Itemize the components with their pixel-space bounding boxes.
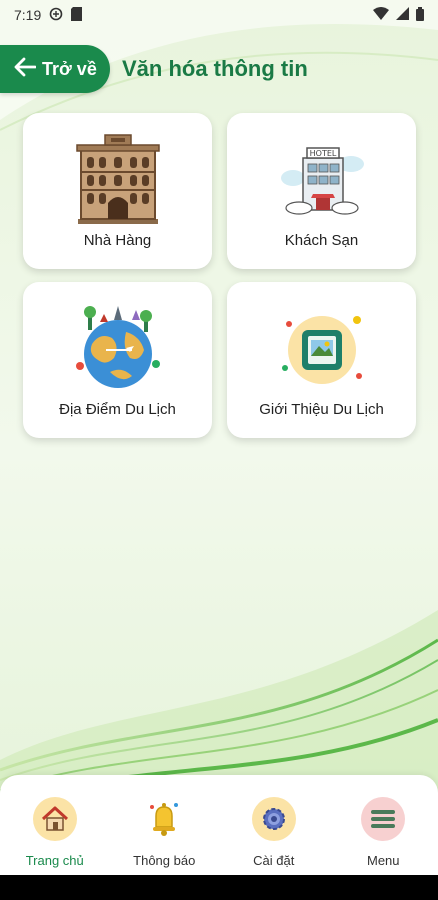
photo-frame-icon <box>274 303 370 393</box>
menu-icon <box>361 797 406 841</box>
system-gesture-bar <box>0 875 438 900</box>
wifi-icon <box>373 7 389 23</box>
restaurant-building-icon <box>70 134 166 224</box>
card-label: Địa Điểm Du Lịch <box>59 401 176 418</box>
app-header: Trở về Văn hóa thông tin <box>0 45 438 93</box>
category-grid: Nhà Hàng HOTEL Khách Sạn Địa Điểm Du Lịc… <box>23 113 416 438</box>
status-bar: 7:19 <box>0 0 438 30</box>
nav-label-menu: Menu <box>366 853 400 868</box>
signal-icon <box>396 7 409 23</box>
nav-item-notifications[interactable]: Thông báo <box>114 797 214 875</box>
nav-label-settings: Cài đặt <box>253 853 295 868</box>
bottom-nav: Trang chủ Thông báo Cài đặt Menu <box>0 775 438 875</box>
card-tourism-introduction[interactable]: Giới Thiệu Du Lịch <box>227 282 416 438</box>
card-tourist-destinations[interactable]: Địa Điểm Du Lịch <box>23 282 212 438</box>
nav-label-notifications: Thông báo <box>133 853 196 868</box>
bell-icon <box>142 797 186 841</box>
card-label: Khách Sạn <box>284 232 359 249</box>
back-button[interactable]: Trở về <box>0 45 110 93</box>
nav-item-menu[interactable]: Menu <box>333 797 433 875</box>
globe-landmarks-icon <box>70 303 166 393</box>
page-title: Văn hóa thông tin <box>122 56 308 81</box>
gear-icon <box>251 797 296 841</box>
card-hotel[interactable]: HOTEL Khách Sạn <box>227 113 416 269</box>
back-label: Trở về <box>42 58 97 79</box>
arrow-left-icon <box>14 57 37 82</box>
card-label: Nhà Hàng <box>83 232 152 249</box>
hotel-icon: HOTEL <box>274 134 370 224</box>
nav-item-settings[interactable]: Cài đặt <box>224 797 324 875</box>
sync-icon <box>49 7 63 24</box>
home-icon <box>32 797 77 841</box>
card-label: Giới Thiệu Du Lịch <box>259 401 384 418</box>
nav-label-home: Trang chủ <box>25 853 84 868</box>
svg-text:HOTEL: HOTEL <box>309 149 336 158</box>
status-time: 7:19 <box>14 7 42 23</box>
battery-icon <box>416 6 424 24</box>
card-restaurant[interactable]: Nhà Hàng <box>23 113 212 269</box>
nav-item-home[interactable]: Trang chủ <box>5 797 105 875</box>
sim-card-icon <box>71 6 83 24</box>
